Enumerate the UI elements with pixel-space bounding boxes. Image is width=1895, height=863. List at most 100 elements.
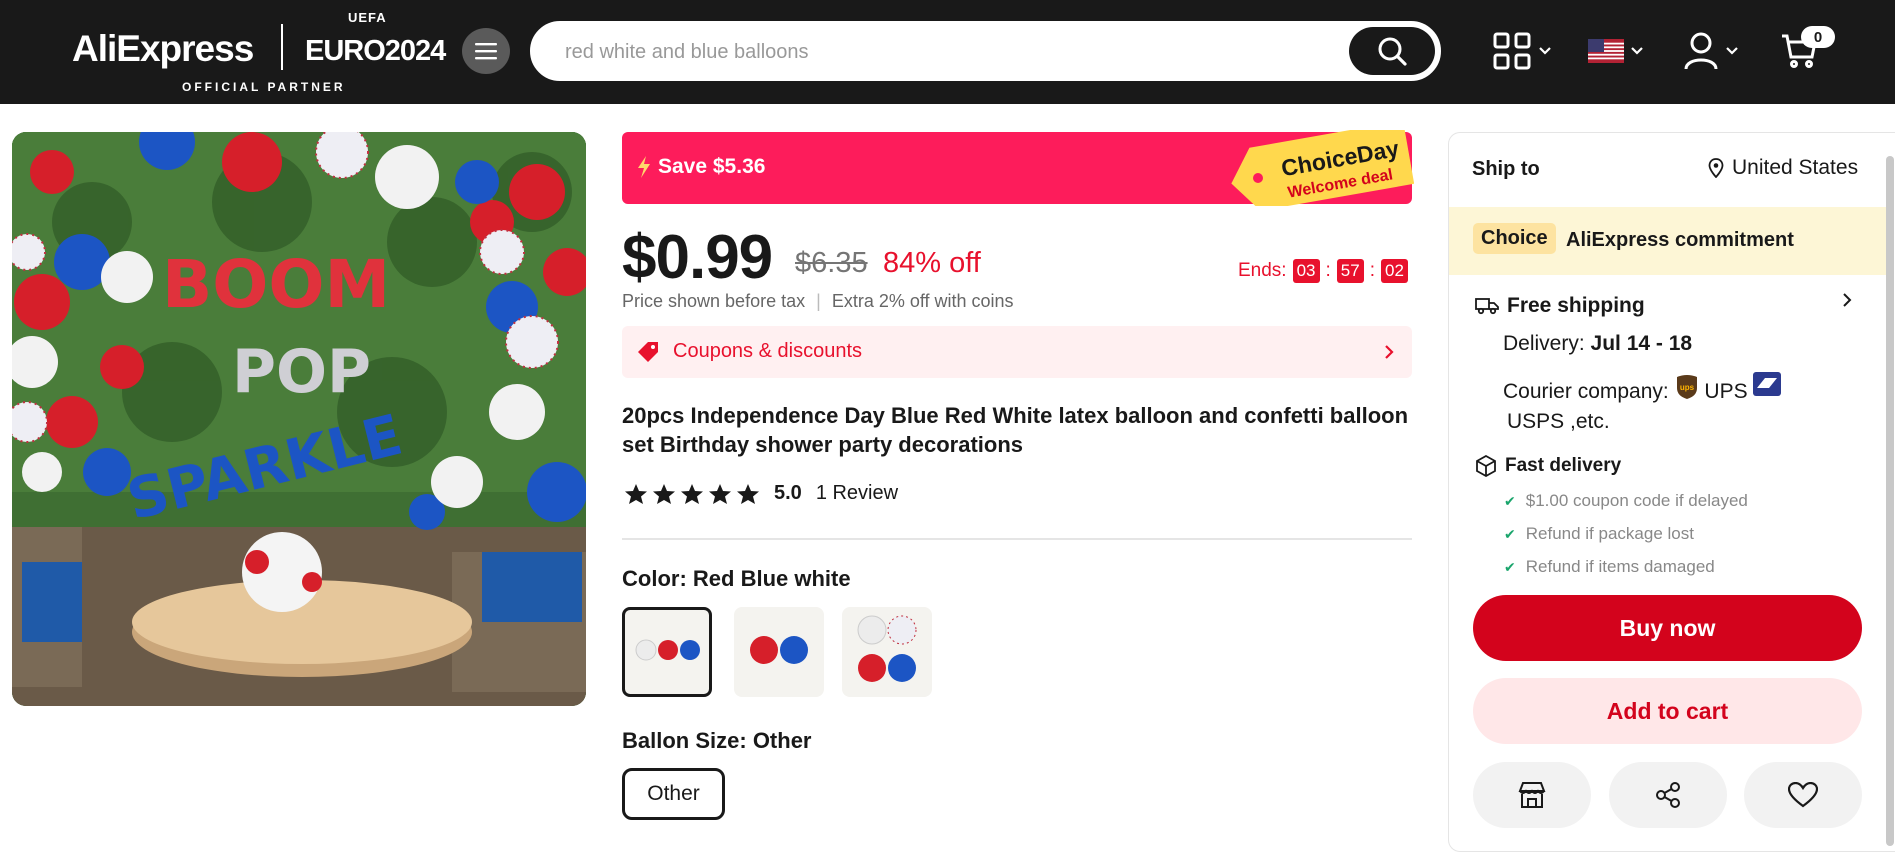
current-price: $0.99 (622, 223, 773, 292)
guarantee-item: ✔ Refund if items damaged (1504, 557, 1715, 577)
box-icon (1476, 455, 1496, 477)
language-selector[interactable] (1588, 28, 1644, 74)
courier-others: USPS ,etc. (1507, 410, 1610, 433)
user-icon (1684, 32, 1718, 70)
ship-to-label: Ship to (1472, 158, 1540, 180)
buy-now-button[interactable]: Buy now (1473, 595, 1862, 661)
commitment-text: AliExpress commitment (1566, 229, 1794, 251)
free-shipping-row[interactable]: Free shipping (1475, 294, 1645, 318)
lightning-icon (638, 156, 650, 178)
coupons-row[interactable]: Coupons & discounts (622, 326, 1412, 378)
countdown-hours: 03 (1292, 259, 1320, 283)
countdown-timer: Ends: 03: 57: 02 (1238, 259, 1408, 283)
chevron-down-icon (1726, 47, 1738, 55)
review-count[interactable]: 1 Review (816, 482, 898, 505)
aliexpress-logo[interactable]: AliExpress (72, 28, 254, 70)
countdown-minutes: 57 (1336, 259, 1364, 283)
chevron-right-icon[interactable] (1842, 292, 1852, 308)
search-input[interactable] (565, 34, 1345, 70)
location-pin-icon (1708, 158, 1724, 178)
coins-note: Extra 2% off with coins (831, 291, 1014, 311)
product-main-image[interactable]: BOOM POP SPARKLE (12, 132, 586, 706)
color-label-text: Color: (622, 566, 687, 591)
search-button[interactable] (1349, 27, 1435, 75)
usps-logo-icon (1753, 372, 1782, 396)
star-icon (737, 483, 759, 504)
size-option-other[interactable]: Other (622, 768, 725, 820)
swatch-image (857, 615, 917, 682)
delivery-date: Jul 14 - 18 (1590, 332, 1693, 355)
original-price: $6.35 (795, 247, 868, 279)
share-button[interactable] (1609, 762, 1727, 828)
wishlist-button[interactable] (1744, 762, 1862, 828)
hamburger-icon (475, 43, 497, 60)
guarantee-text: Refund if items damaged (1525, 557, 1715, 576)
euro2024-logo: EURO2024 (305, 35, 446, 67)
cart-count-badge: 0 (1801, 26, 1835, 48)
countdown-seconds: 02 (1381, 259, 1408, 283)
check-icon: ✔ (1504, 558, 1516, 575)
swatch-image (635, 639, 700, 661)
add-to-cart-button[interactable]: Add to cart (1473, 678, 1862, 744)
choice-badge: Choice (1473, 223, 1556, 254)
selected-size: Other (752, 728, 812, 753)
panel-scrollbar[interactable] (1886, 156, 1894, 846)
share-icon (1656, 782, 1680, 808)
tag-icon (638, 342, 658, 362)
svg-text:ups: ups (1679, 383, 1694, 392)
coupons-label: Coupons & discounts (673, 340, 863, 362)
guarantee-item: ✔ Refund if package lost (1504, 524, 1694, 544)
store-icon (1518, 782, 1546, 808)
ends-label: Ends: (1238, 260, 1287, 281)
qr-code-menu[interactable] (1492, 28, 1552, 74)
chevron-right-icon (1385, 345, 1394, 359)
color-swatch-3[interactable] (842, 607, 932, 697)
product-title: 20pcs Independence Day Blue Red White la… (622, 403, 1409, 457)
fast-delivery-label: Fast delivery (1505, 455, 1622, 476)
heart-icon (1788, 782, 1818, 808)
search-bar (530, 21, 1441, 81)
banner-word-boom: BOOM (162, 246, 390, 323)
swatch-image (750, 636, 808, 664)
account-menu[interactable] (1683, 28, 1739, 74)
guarantee-text: $1.00 coupon code if delayed (1525, 491, 1748, 510)
ship-to-selector[interactable]: United States (1708, 156, 1858, 180)
selected-color: Red Blue white (692, 566, 851, 591)
courier-label: Courier company: (1503, 380, 1669, 403)
official-partner-text: OFFICIAL PARTNER (182, 80, 346, 94)
discount-percent: 84% off (883, 247, 981, 279)
delivery-info: Delivery: Jul 14 - 18 (1503, 332, 1692, 356)
divider (622, 538, 1412, 540)
size-label: Ballon Size: Other (622, 728, 812, 754)
ship-to-country: United States (1732, 156, 1859, 179)
size-label-text: Ballon Size: (622, 728, 747, 753)
free-shipping-label: Free shipping (1507, 294, 1645, 317)
save-amount: Save $5.36 (658, 155, 766, 178)
courier-info: Courier company: ups UPS USPS ,etc. (1503, 372, 1843, 437)
tax-note: Price shown before tax (622, 291, 806, 311)
banner-word-pop: POP (232, 337, 371, 407)
fast-delivery-row: Fast delivery (1475, 455, 1621, 477)
check-icon: ✔ (1504, 525, 1516, 542)
courier-ups: UPS (1704, 380, 1748, 403)
color-swatch-2[interactable] (734, 607, 824, 697)
qr-code-icon (1493, 32, 1531, 70)
star-icon (653, 483, 675, 504)
store-button[interactable] (1473, 762, 1591, 828)
star-icon (681, 483, 703, 504)
color-swatch-1[interactable] (622, 607, 712, 697)
balloon-scene-image: BOOM POP SPARKLE (12, 132, 586, 706)
color-label: Color: Red Blue white (622, 566, 851, 592)
menu-button[interactable] (462, 28, 510, 74)
guarantee-item: ✔ $1.00 coupon code if delayed (1504, 491, 1748, 511)
guarantee-text: Refund if package lost (1525, 524, 1694, 543)
search-icon (1378, 37, 1407, 66)
top-header: AliExpress UEFA EURO2024 OFFICIAL PARTNE… (0, 0, 1895, 104)
logo-divider (281, 24, 283, 70)
us-flag-icon (1588, 39, 1624, 63)
rating-score: 5.0 (774, 482, 802, 504)
truck-icon (1475, 298, 1499, 315)
rating-row[interactable]: 5.0 1 Review (624, 482, 898, 505)
check-icon: ✔ (1504, 492, 1516, 509)
star-icon (625, 483, 647, 504)
